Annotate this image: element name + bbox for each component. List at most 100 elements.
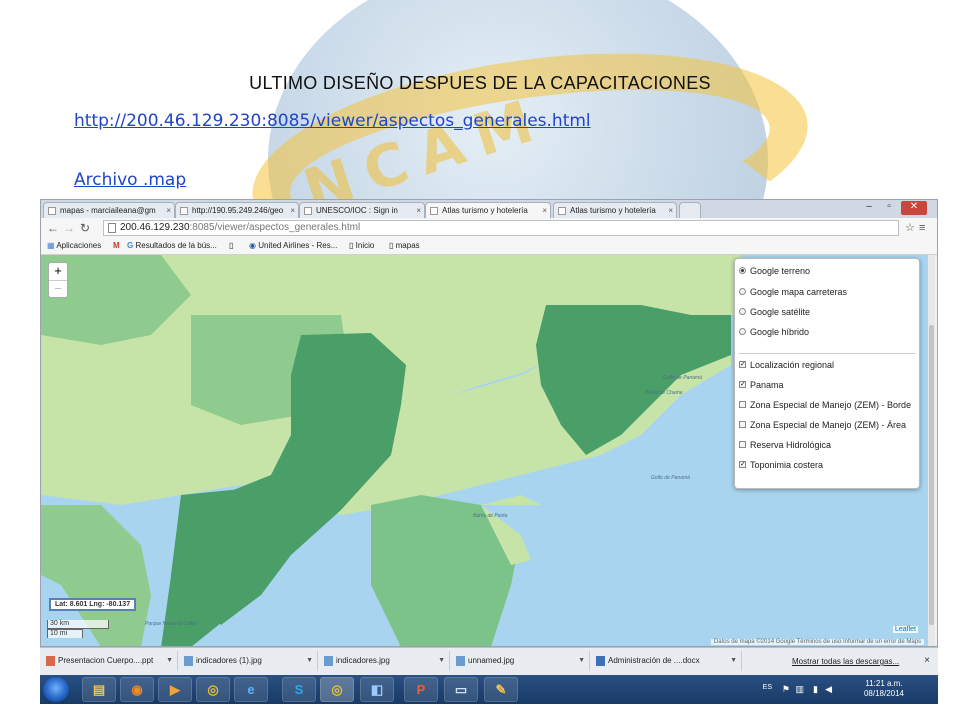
- chevron-down-icon[interactable]: ▼: [306, 651, 313, 671]
- chrome-icon[interactable]: ◎: [196, 677, 230, 702]
- base-layer-satelite[interactable]: Google satélite: [739, 306, 810, 320]
- tab-gmail[interactable]: mapas - marciaileana@gm ×: [43, 202, 175, 218]
- flag-icon[interactable]: ⚑: [782, 684, 790, 695]
- explorer-icon[interactable]: ▤: [82, 677, 116, 702]
- download-item[interactable]: Administración de ....docx ▼: [594, 651, 742, 671]
- menu-icon[interactable]: ≡: [919, 221, 925, 235]
- base-layer-terreno[interactable]: Google terreno: [739, 265, 810, 279]
- scrollbar-thumb[interactable]: [929, 325, 934, 625]
- overlay-toponimia[interactable]: ✓ Toponimia costera: [739, 459, 823, 473]
- apps-grid-icon: ▦: [47, 241, 55, 250]
- map-label: Bahía de Parita: [473, 513, 508, 519]
- back-icon[interactable]: ←: [47, 221, 59, 235]
- app-icon[interactable]: ◧: [360, 677, 394, 702]
- browser-window: mapas - marciaileana@gm × http://190.95.2…: [40, 199, 938, 647]
- reload-icon[interactable]: ↻: [80, 221, 90, 235]
- tab-close-icon[interactable]: ×: [166, 203, 171, 218]
- start-button[interactable]: [43, 677, 69, 702]
- show-all-downloads-link[interactable]: Mostrar todas las descargas...: [792, 657, 899, 666]
- overlay-zem-borde[interactable]: Zona Especial de Manejo (ZEM) - Borde: [739, 399, 911, 413]
- chevron-down-icon[interactable]: ▼: [166, 651, 173, 671]
- overlay-reserva[interactable]: Reserva Hidrológica: [739, 439, 831, 453]
- tab-close-icon[interactable]: ×: [290, 203, 295, 218]
- window-close-button[interactable]: ✕: [901, 201, 927, 215]
- tab-geo[interactable]: http://190.95.249.246/geo ×: [175, 202, 299, 218]
- radio-button[interactable]: [739, 267, 746, 275]
- layer-divider: [739, 353, 915, 354]
- volume-icon[interactable]: ◀: [825, 684, 832, 695]
- checkbox[interactable]: ✓: [739, 381, 746, 389]
- windows-taskbar: ▤ ◉ ▶ ◎ e S ◎ ◧ P ▭ ✎ ES ⚑ ▥ ▮ ◀ 11:21 a…: [40, 675, 938, 704]
- google-icon: G: [127, 241, 134, 250]
- tab-atlas[interactable]: Atlas turismo y hotelería ×: [553, 202, 677, 218]
- chrome-icon[interactable]: ◎: [320, 677, 354, 702]
- network-icon[interactable]: ▥: [795, 684, 804, 695]
- viewer-link[interactable]: http://200.46.129.230:8085/viewer/aspect…: [74, 111, 591, 131]
- bookmark-blank[interactable]: ▯: [229, 241, 233, 250]
- chevron-down-icon[interactable]: ▼: [438, 651, 445, 671]
- bookmark-apps[interactable]: ▦ Aplicaciones: [47, 241, 101, 250]
- bookmark-united[interactable]: ◉ United Airlines - Res...: [249, 241, 337, 250]
- browser-toolbar: ← → ↻ 200.46.129.230:8085/viewer/aspecto…: [41, 218, 937, 238]
- star-icon[interactable]: ☆: [905, 221, 915, 235]
- radio-button[interactable]: [739, 328, 746, 336]
- layer-control: Google terreno Google mapa carreteras Go…: [734, 258, 920, 489]
- tab-close-icon[interactable]: ×: [668, 203, 673, 218]
- page-scrollbar[interactable]: [928, 255, 935, 646]
- overlay-zem-area[interactable]: Zona Especial de Manejo (ZEM) - Área: [739, 419, 906, 433]
- bookmark-inicio[interactable]: ▯ Inicio: [349, 241, 374, 250]
- overlay-localizacion[interactable]: ✓ Localización regional: [739, 359, 834, 373]
- skype-icon[interactable]: S: [282, 677, 316, 702]
- zoom-out-button[interactable]: −: [49, 281, 67, 298]
- map-viewport[interactable]: Golfo de Panamá Bahía de Chame Golfo de …: [41, 255, 928, 646]
- tab-close-icon[interactable]: ×: [416, 203, 421, 218]
- download-item[interactable]: indicadores.jpg ▼: [322, 651, 450, 671]
- download-item[interactable]: Presentacion Cuerpo....ppt ▼: [44, 651, 178, 671]
- tab-close-icon[interactable]: ×: [542, 203, 547, 218]
- download-item[interactable]: indicadores (1).jpg ▼: [182, 651, 318, 671]
- paint-icon[interactable]: ✎: [484, 677, 518, 702]
- bookmark-mapas[interactable]: ▯ mapas: [389, 241, 420, 250]
- gmail-icon: [48, 207, 56, 215]
- maximize-button[interactable]: ▫: [881, 201, 897, 215]
- clock[interactable]: 11:21 a.m. 08/18/2014: [864, 679, 904, 699]
- checkbox[interactable]: ✓: [739, 361, 746, 369]
- base-layer-hibrido[interactable]: Google híbrido: [739, 326, 809, 340]
- chevron-down-icon[interactable]: ▼: [730, 651, 737, 671]
- new-tab-button[interactable]: [679, 202, 701, 218]
- tab-atlas-active[interactable]: Atlas turismo y hotelería ×: [425, 202, 551, 219]
- map-label: Bahía de Chame: [645, 390, 683, 396]
- map-file-link[interactable]: Archivo .map: [74, 170, 186, 190]
- overlay-panama[interactable]: ✓ Panama: [739, 379, 784, 393]
- battery-icon[interactable]: ▮: [813, 684, 818, 695]
- page-icon: [180, 207, 188, 215]
- ie-icon[interactable]: e: [234, 677, 268, 702]
- slide-title: ULTIMO DISEÑO DESPUES DE LA CAPACITACION…: [249, 73, 711, 93]
- checkbox[interactable]: [739, 401, 746, 409]
- bookmark-search-results[interactable]: G Resultados de la bús...: [127, 241, 217, 250]
- checkbox[interactable]: [739, 421, 746, 429]
- leaflet-attribution-link[interactable]: Leaflet: [892, 626, 918, 633]
- address-bar[interactable]: 200.46.129.230:8085/viewer/aspectos_gene…: [103, 220, 899, 236]
- minimize-button[interactable]: –: [861, 201, 877, 215]
- checkbox[interactable]: [739, 441, 746, 449]
- firefox-icon[interactable]: ◉: [120, 677, 154, 702]
- language-indicator[interactable]: ES: [763, 684, 772, 691]
- downloads-close-icon[interactable]: ×: [924, 655, 930, 666]
- base-layer-carreteras[interactable]: Google mapa carreteras: [739, 286, 847, 300]
- gmail-icon[interactable]: M: [113, 241, 120, 250]
- checkbox[interactable]: ✓: [739, 461, 746, 469]
- page-icon: ▯: [349, 241, 354, 250]
- powerpoint-icon[interactable]: P: [404, 677, 438, 702]
- window-icon[interactable]: ▭: [444, 677, 478, 702]
- radio-button[interactable]: [739, 308, 746, 316]
- radio-button[interactable]: [739, 288, 746, 296]
- zoom-control: + −: [48, 262, 68, 298]
- coordinates-readout: Lat: 8.601 Lng: -80.137: [49, 598, 137, 611]
- forward-icon[interactable]: →: [63, 221, 75, 235]
- media-player-icon[interactable]: ▶: [158, 677, 192, 702]
- zoom-in-button[interactable]: +: [49, 263, 67, 281]
- download-item[interactable]: unnamed.jpg ▼: [454, 651, 590, 671]
- tab-unesco[interactable]: UNESCO/IOC : Sign in ×: [299, 202, 425, 218]
- chevron-down-icon[interactable]: ▼: [578, 651, 585, 671]
